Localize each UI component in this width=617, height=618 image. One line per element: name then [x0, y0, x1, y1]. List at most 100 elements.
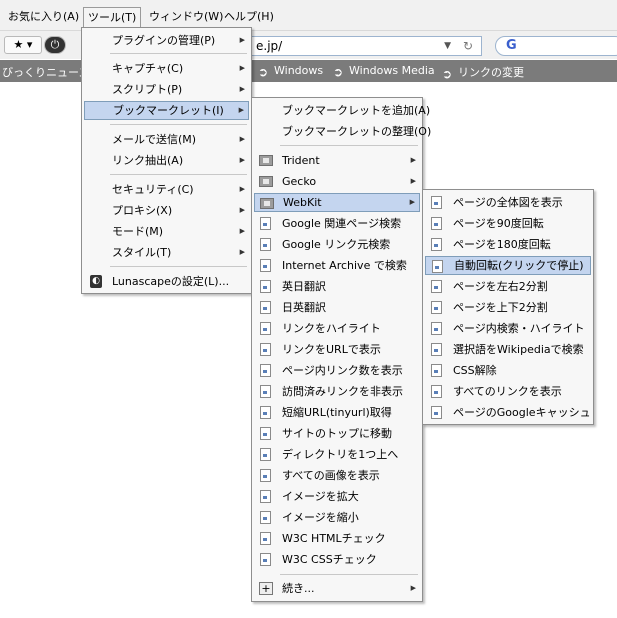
menu-item-label: 自動回転(クリックで停止) [454, 259, 584, 272]
menu-item-plugins[interactable]: プラグインの管理(P) ▶ [84, 31, 249, 50]
link-windows-media[interactable]: ➲ Windows Media [333, 64, 435, 78]
menu-item-send-mail[interactable]: メールで送信(M) ▶ [84, 130, 249, 149]
menu-item-link-extract[interactable]: リンク抽出(A) ▶ [84, 151, 249, 170]
menu-item-label: WebKit [283, 196, 322, 209]
favorites-star-button[interactable]: ★ ▾ [4, 36, 42, 54]
menu-item-en-ja[interactable]: 英日翻訳 [254, 277, 420, 296]
address-bar[interactable]: e.jp/ ▼ ↻ [250, 36, 482, 56]
menu-help[interactable]: ヘルプ(H) [220, 8, 278, 26]
bookmarklet-icon [260, 469, 271, 482]
menu-item-w3c-css[interactable]: W3C CSSチェック [254, 550, 420, 569]
menu-item-w3c-html[interactable]: W3C HTMLチェック [254, 529, 420, 548]
menu-tools[interactable]: ツール(T) [83, 7, 142, 28]
menu-item-label: プロキシ(X) [112, 204, 173, 217]
menu-item-webkit[interactable]: WebKit ▶ [254, 193, 420, 212]
menu-item-label: ページを上下2分割 [453, 301, 548, 314]
submenu-arrow-icon: ▶ [410, 584, 416, 592]
menu-item-rotate-180[interactable]: ページを180度回転 [425, 235, 591, 254]
menu-item-css-off[interactable]: CSS解除 [425, 361, 591, 380]
menu-item-zoom-out-image[interactable]: イメージを縮小 [254, 508, 420, 527]
menu-separator [110, 266, 247, 267]
menu-item-label: リンクをハイライト [282, 322, 381, 335]
menu-item-add-bookmarklet[interactable]: ブックマークレットを追加(A) [254, 101, 430, 120]
refresh-icon[interactable]: ↻ [463, 37, 473, 55]
bookmarklet-icon [260, 511, 271, 524]
menu-item-style[interactable]: スタイル(T) ▶ [84, 243, 249, 262]
menu-item-label: ページ内検索・ハイライト [453, 322, 585, 335]
menu-item-auto-rotate[interactable]: 自動回転(クリックで停止) [425, 256, 591, 275]
menu-item-rotate-90[interactable]: ページを90度回転 [425, 214, 591, 233]
menu-item-split-tb[interactable]: ページを上下2分割 [425, 298, 591, 317]
menu-item-label: Trident [282, 154, 320, 167]
menu-item-label: ページを90度回転 [453, 217, 544, 230]
menu-item-label: 英日翻訳 [282, 280, 326, 293]
menu-item-show-images[interactable]: すべての画像を表示 [254, 466, 420, 485]
menu-item-label: Google 関連ページ検索 [282, 217, 402, 230]
bookmarklet-menu: ブックマークレットを追加(A) ブックマークレットの整理(O) Trident ▶… [251, 97, 431, 602]
dropdown-arrow-icon[interactable]: ▼ [444, 37, 451, 55]
tools-menu: プラグインの管理(P) ▶ キャプチャ(C) ▶ スクリプト(P) ▶ ブックマークレ… [81, 27, 252, 294]
menu-item-hide-visited[interactable]: 訪問済みリンクを非表示 [254, 382, 420, 401]
menu-item-trident[interactable]: Trident ▶ [254, 151, 420, 170]
submenu-arrow-icon: ▶ [239, 64, 245, 72]
menu-item-page-overview[interactable]: ページの全体図を表示 [425, 193, 591, 212]
menu-item-ja-en[interactable]: 日英翻訳 [254, 298, 420, 317]
submenu-arrow-icon: ▶ [239, 248, 245, 256]
bookmarklet-icon [260, 532, 271, 545]
menu-item-organize-bookmarklet[interactable]: ブックマークレットの整理(O) [254, 122, 431, 141]
menu-item-script[interactable]: スクリプト(P) ▶ [84, 80, 249, 99]
menu-item-split-lr[interactable]: ページを左右2分割 [425, 277, 591, 296]
menu-item-label: 訪問済みリンクを非表示 [282, 385, 403, 398]
menu-item-links-as-url[interactable]: リンクをURLで表示 [254, 340, 420, 359]
menu-item-capture[interactable]: キャプチャ(C) ▶ [84, 59, 249, 78]
menu-item-highlight-links[interactable]: リンクをハイライト [254, 319, 420, 338]
menu-item-show-all-links[interactable]: すべてのリンクを表示 [425, 382, 591, 401]
link-windows-label: Windows [274, 64, 324, 77]
menu-item-tinyurl[interactable]: 短縮URL(tinyurl)取得 [254, 403, 420, 422]
menu-item-mode[interactable]: モード(M) ▶ [84, 222, 249, 241]
folder-icon [259, 176, 273, 187]
menu-item-google-cache[interactable]: ページのGoogleキャッシュ [425, 403, 591, 422]
submenu-arrow-icon: ▶ [239, 85, 245, 93]
search-box[interactable]: G [495, 36, 617, 56]
menu-item-proxy[interactable]: プロキシ(X) ▶ [84, 201, 249, 220]
submenu-arrow-icon: ▶ [239, 206, 245, 214]
menu-item-google-related[interactable]: Google 関連ページ検索 [254, 214, 420, 233]
submenu-arrow-icon: ▶ [239, 185, 245, 193]
link-icon: ➲ [333, 65, 344, 79]
google-logo-icon: G [506, 38, 517, 53]
power-icon[interactable]: ⏻ [44, 36, 66, 54]
menu-item-internet-archive[interactable]: Internet Archive で検索 [254, 256, 420, 275]
menu-item-gecko[interactable]: Gecko ▶ [254, 172, 420, 191]
menu-item-find-highlight[interactable]: ページ内検索・ハイライト [425, 319, 591, 338]
menu-item-security[interactable]: セキュリティ(C) ▶ [84, 180, 249, 199]
menu-item-label: イメージを拡大 [282, 490, 359, 503]
submenu-arrow-icon: ▶ [239, 36, 245, 44]
menu-item-lunascape-settings[interactable]: ◐ Lunascapeの設定(L)... [84, 272, 249, 291]
menu-item-label: 短縮URL(tinyurl)取得 [282, 406, 392, 419]
folder-icon [260, 198, 274, 209]
bookmarklet-icon [260, 322, 271, 335]
submenu-arrow-icon: ▶ [239, 135, 245, 143]
menu-item-link-count[interactable]: ページ内リンク数を表示 [254, 361, 420, 380]
menu-window[interactable]: ウィンドウ(W) [145, 8, 227, 26]
menu-item-google-backlinks[interactable]: Google リンク元検索 [254, 235, 420, 254]
menu-item-bookmarklet[interactable]: ブックマークレット(I) ▶ [84, 101, 249, 120]
menu-item-label: 日英翻訳 [282, 301, 326, 314]
menu-item-more[interactable]: + 続き... ▶ [254, 579, 420, 598]
bookmarklet-icon [260, 490, 271, 503]
menu-item-label: Internet Archive で検索 [282, 259, 407, 272]
menu-item-site-top[interactable]: サイトのトップに移動 [254, 424, 420, 443]
menu-item-wikipedia-search[interactable]: 選択語をWikipediaで検索 [425, 340, 591, 359]
bookmarklet-icon [260, 238, 271, 251]
menu-item-label: Google リンク元検索 [282, 238, 391, 251]
link-customize[interactable]: ➲ リンクの変更 [442, 64, 524, 80]
link-windows-media-label: Windows Media [349, 64, 435, 77]
menu-favorites[interactable]: お気に入り(A) [4, 8, 83, 26]
menu-item-label: スクリプト(P) [112, 83, 183, 96]
menu-item-label: ブックマークレットの整理(O) [282, 125, 432, 138]
menu-item-zoom-in-image[interactable]: イメージを拡大 [254, 487, 420, 506]
menu-item-label: プラグインの管理(P) [112, 34, 216, 47]
link-windows[interactable]: ➲ Windows [258, 64, 323, 78]
menu-item-dir-up[interactable]: ディレクトリを1つ上へ [254, 445, 420, 464]
